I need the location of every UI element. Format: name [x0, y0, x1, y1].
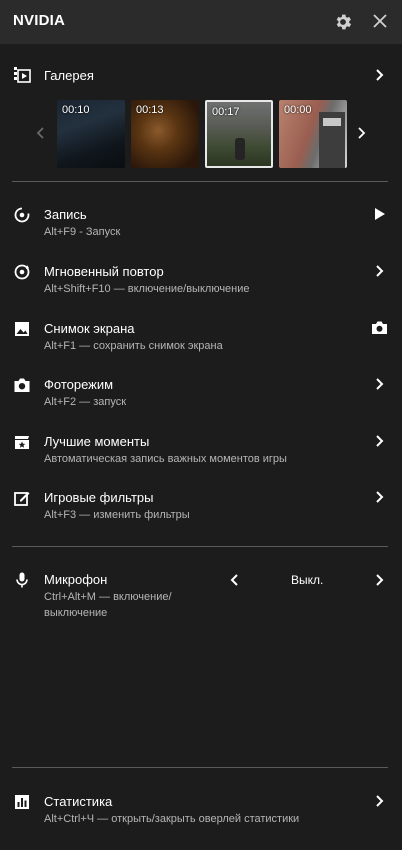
instant-replay-title: Мгновенный повтор [44, 264, 164, 279]
chevron-right-icon[interactable] [373, 490, 385, 504]
header-bar: NVIDIA [0, 0, 402, 44]
gallery-prev-icon[interactable] [36, 126, 46, 140]
microphone-icon [16, 572, 28, 588]
camera-icon [14, 378, 30, 392]
photo-mode-subtitle: Alt+F2 — запуск [44, 396, 127, 408]
game-filters-subtitle: Alt+F3 — изменить фильтры [44, 509, 190, 521]
chevron-right-icon[interactable] [373, 573, 385, 587]
chevron-right-icon[interactable] [373, 68, 385, 82]
statistics-subtitle: Alt+Ctrl+Ч — открыть/закрыть оверлей ста… [44, 813, 300, 825]
chevron-right-icon[interactable] [373, 794, 385, 808]
divider [12, 546, 388, 547]
gallery-icon [14, 67, 31, 83]
highlights-title: Лучшие моменты [44, 434, 150, 449]
chevron-left-icon[interactable] [229, 573, 241, 587]
gallery-next-icon[interactable] [356, 126, 366, 140]
record-subtitle: Alt+F9 - Запуск [44, 226, 121, 238]
instant-replay-subtitle: Alt+Shift+F10 — включение/выключение [44, 283, 250, 295]
record-title: Запись [44, 207, 87, 222]
gallery-thumbnail-selected[interactable]: 00:17 [205, 100, 273, 168]
thumbnail-duration: 00:10 [62, 104, 90, 116]
microphone-subtitle-line1: Ctrl+Alt+M — включение/ [44, 591, 172, 603]
gallery-thumbnail[interactable]: 00:10 [57, 100, 125, 168]
screenshot-title: Снимок экрана [44, 321, 135, 336]
gallery-thumbnail[interactable]: 00:13 [131, 100, 199, 168]
microphone-title: Микрофон [44, 572, 108, 587]
chevron-right-icon[interactable] [373, 434, 385, 448]
highlights-subtitle: Автоматическая запись важных моментов иг… [44, 453, 287, 465]
chevron-right-icon[interactable] [373, 264, 385, 278]
divider [12, 181, 388, 182]
gallery-thumbnail[interactable]: 00:00 [279, 100, 347, 168]
filter-edit-icon [14, 492, 30, 506]
image-icon [15, 322, 29, 336]
photo-mode-title: Фоторежим [44, 377, 114, 392]
record-icon [14, 207, 30, 223]
thumbnail-duration: 00:13 [136, 104, 164, 116]
gallery-title: Галерея [44, 68, 94, 83]
close-icon[interactable] [372, 13, 388, 29]
microphone-value: Выкл. [291, 573, 324, 587]
microphone-subtitle-line2: выключение [44, 607, 108, 619]
thumbnail-duration: 00:17 [212, 106, 240, 118]
bar-chart-icon [15, 795, 29, 809]
thumbnail-duration: 00:00 [284, 104, 312, 116]
clapperboard-star-icon [15, 436, 29, 449]
app-title: NVIDIA [13, 12, 66, 29]
divider [12, 767, 388, 768]
camera-icon[interactable] [371, 320, 388, 335]
play-icon[interactable] [374, 207, 386, 221]
statistics-title: Статистика [44, 794, 113, 809]
chevron-right-icon[interactable] [373, 377, 385, 391]
screenshot-subtitle: Alt+F1 — сохранить снимок экрана [44, 340, 223, 352]
gear-icon[interactable] [333, 12, 353, 32]
instant-replay-icon [14, 264, 30, 280]
game-filters-title: Игровые фильтры [44, 490, 154, 505]
